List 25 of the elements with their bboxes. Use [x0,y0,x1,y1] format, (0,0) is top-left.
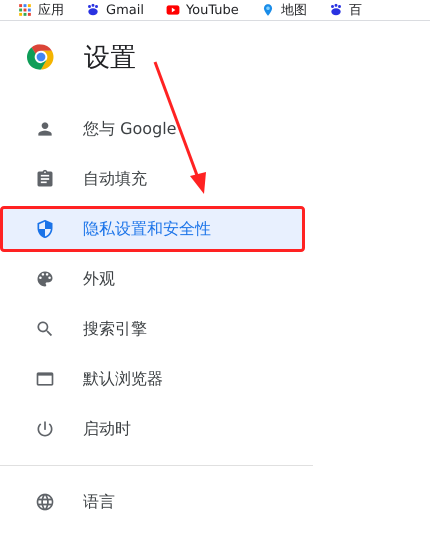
sidebar-item[interactable]: 隐私设置和安全性 [0,206,305,252]
sidebar-item[interactable]: 自动填充 [0,156,305,202]
sidebar-item[interactable]: 您与 Google [0,106,305,152]
bookmark-link[interactable]: 百 [348,1,362,19]
bookmark-link[interactable]: 应用 [38,1,64,19]
sidebar-item[interactable]: 语言 [0,479,305,525]
search-icon [35,319,55,339]
sidebar-item[interactable]: 默认浏览器 [0,356,305,402]
sidebar-item[interactable]: 搜索引擎 [0,306,305,352]
play-icon [166,3,180,17]
paw-icon [86,3,100,17]
clipboard-icon [35,169,55,189]
bookmark-link[interactable]: 地图 [280,1,307,19]
palette-icon [35,269,55,289]
page-title: 设置 [84,42,136,74]
globe-icon [35,492,55,512]
paw-icon [328,3,343,17]
bookmark-link[interactable]: Gmail [106,2,144,18]
apps-grid-icon [18,3,32,17]
shield-icon [35,219,55,239]
power-icon [35,419,55,439]
browser-logo-icon [26,42,56,72]
sidebar-item[interactable]: 启动时 [0,406,305,452]
bookmark-link[interactable]: YouTube [186,2,239,18]
sidebar-item[interactable]: 外观 [0,256,305,302]
